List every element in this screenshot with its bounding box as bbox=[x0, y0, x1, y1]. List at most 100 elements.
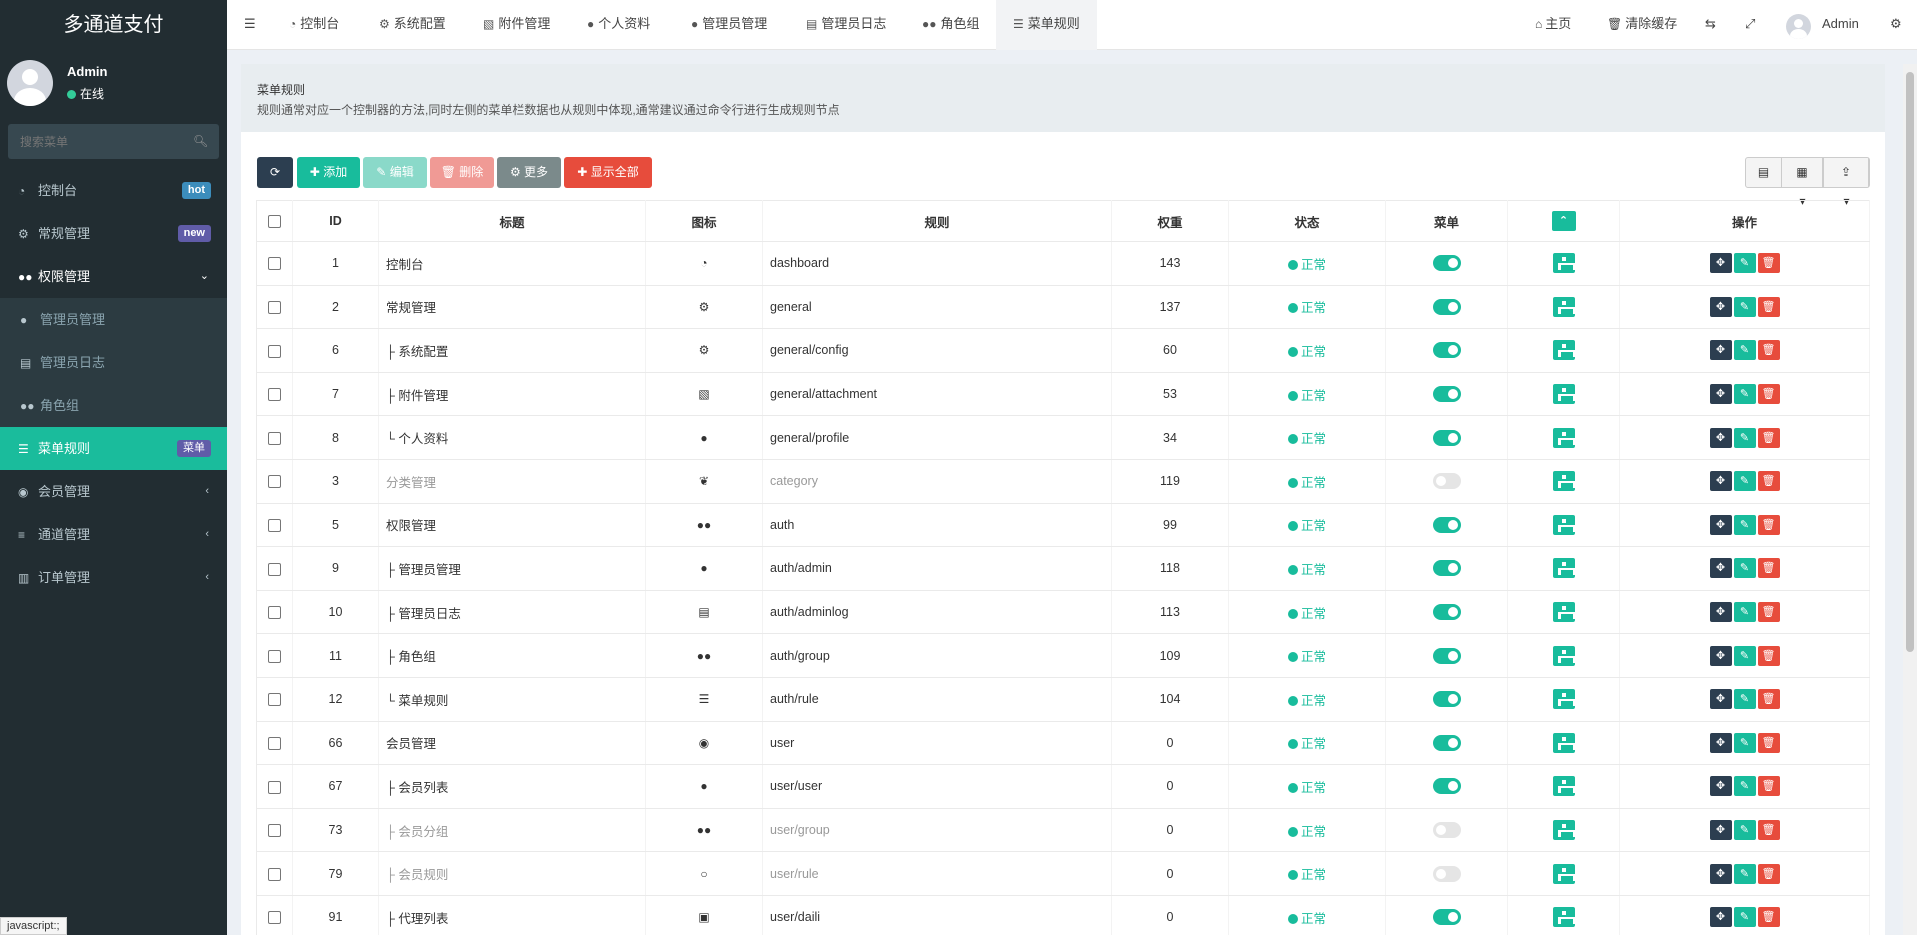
vertical-scrollbar[interactable] bbox=[1903, 64, 1917, 935]
table-row[interactable]: 1 控制台 ◔ dashboard 143 正常 ✥ ✎ 🗑︎ bbox=[256, 241, 1870, 286]
edit-row-button[interactable]: ✎ bbox=[1733, 645, 1756, 666]
table-row[interactable]: 5 权限管理 ●● auth 99 正常 ✥ ✎ 🗑︎ bbox=[256, 503, 1870, 548]
row-checkbox[interactable] bbox=[268, 911, 281, 925]
scrollbar-thumb[interactable] bbox=[1906, 72, 1914, 652]
menu-toggle-switch[interactable] bbox=[1432, 778, 1461, 795]
sitemap-icon[interactable] bbox=[1552, 296, 1576, 317]
table-row[interactable]: 11 ├ 角色组 ●● auth/group 109 正常 ✥ ✎ 🗑︎ bbox=[256, 633, 1870, 678]
delete-row-button[interactable]: 🗑︎ bbox=[1757, 296, 1780, 317]
move-button[interactable]: ✥ bbox=[1709, 820, 1732, 841]
table-row[interactable]: 12 └ 菜单规则 ☰ auth/rule 104 正常 ✥ ✎ 🗑︎ bbox=[256, 677, 1870, 722]
table-row[interactable]: 8 └ 个人资料 ● general/profile 34 正常 ✥ ✎ 🗑︎ bbox=[256, 415, 1870, 460]
avatar[interactable] bbox=[1786, 14, 1811, 39]
table-row[interactable]: 73 ├ 会员分组 ●● user/group 0 正常 ✥ ✎ 🗑︎ bbox=[256, 808, 1870, 853]
row-checkbox[interactable] bbox=[268, 562, 281, 576]
sitemap-icon[interactable] bbox=[1552, 776, 1576, 797]
col-weight[interactable]: 权重 bbox=[1111, 200, 1229, 242]
tab-dashboard[interactable]: ◔ 控制台 bbox=[289, 0, 339, 50]
move-button[interactable]: ✥ bbox=[1709, 689, 1732, 710]
sitemap-icon[interactable] bbox=[1552, 820, 1576, 841]
sidebar-item-user[interactable]: ◉ 会员管理 ‹ bbox=[0, 470, 227, 513]
row-checkbox[interactable] bbox=[268, 824, 281, 838]
row-checkbox[interactable] bbox=[268, 431, 281, 445]
sitemap-icon[interactable] bbox=[1552, 645, 1576, 666]
edit-row-button[interactable]: ✎ bbox=[1733, 427, 1756, 448]
checkbox[interactable] bbox=[268, 215, 281, 229]
row-checkbox-cell[interactable] bbox=[256, 459, 293, 504]
menu-search-input[interactable] bbox=[8, 124, 219, 159]
menu-toggle-switch[interactable] bbox=[1432, 909, 1461, 926]
menu-toggle-switch[interactable] bbox=[1432, 734, 1461, 751]
row-checkbox-cell[interactable] bbox=[256, 503, 293, 548]
edit-row-button[interactable]: ✎ bbox=[1733, 820, 1756, 841]
tab-admin[interactable]: ● 管理员管理 bbox=[691, 0, 767, 50]
row-checkbox-cell[interactable] bbox=[256, 590, 293, 635]
sidebar-item-channel[interactable]: ≡ 通道管理 ‹ bbox=[0, 513, 227, 556]
col-title[interactable]: 标题 bbox=[378, 200, 646, 242]
row-checkbox[interactable] bbox=[268, 475, 281, 489]
sidebar-toggle[interactable]: ☰ bbox=[244, 0, 256, 50]
menu-toggle-switch[interactable] bbox=[1432, 560, 1461, 577]
home-link[interactable]: ⌂ 主页 bbox=[1535, 0, 1571, 50]
clear-cache-button[interactable]: 🗑︎ 清除缓存 bbox=[1607, 0, 1677, 50]
sidebar-item-dashboard[interactable]: ◔ 控制台 hot bbox=[0, 169, 227, 212]
sitemap-icon[interactable] bbox=[1552, 514, 1576, 535]
export-dropdown[interactable]: ⇪ ▾ bbox=[1824, 158, 1869, 208]
table-row[interactable]: 3 分类管理 ❦ category 119 正常 ✥ ✎ 🗑︎ bbox=[256, 459, 1870, 504]
move-button[interactable]: ✥ bbox=[1709, 296, 1732, 317]
row-checkbox-cell[interactable] bbox=[256, 546, 293, 591]
row-checkbox[interactable] bbox=[268, 388, 281, 402]
delete-row-button[interactable]: 🗑︎ bbox=[1757, 645, 1780, 666]
delete-row-button[interactable]: 🗑︎ bbox=[1757, 602, 1780, 623]
edit-row-button[interactable]: ✎ bbox=[1733, 558, 1756, 579]
delete-row-button[interactable]: 🗑︎ bbox=[1757, 776, 1780, 797]
edit-row-button[interactable]: ✎ bbox=[1733, 863, 1756, 884]
row-checkbox-cell[interactable] bbox=[256, 633, 293, 678]
col-id[interactable]: ID bbox=[292, 200, 379, 242]
tab-rule[interactable]: ☰ 菜单规则 bbox=[996, 0, 1097, 50]
delete-row-button[interactable]: 🗑︎ bbox=[1757, 689, 1780, 710]
col-operate[interactable]: 操作 bbox=[1619, 200, 1870, 242]
edit-row-button[interactable]: ✎ bbox=[1733, 776, 1756, 797]
move-button[interactable]: ✥ bbox=[1709, 602, 1732, 623]
delete-row-button[interactable]: 🗑︎ bbox=[1757, 732, 1780, 753]
sitemap-icon[interactable] bbox=[1552, 558, 1576, 579]
sitemap-icon[interactable] bbox=[1552, 732, 1576, 753]
table-row[interactable]: 10 ├ 管理员日志 ▤ auth/adminlog 113 正常 ✥ ✎ 🗑︎ bbox=[256, 590, 1870, 635]
sidebar-item-adminlog[interactable]: ▤ 管理员日志 bbox=[0, 341, 227, 384]
move-button[interactable]: ✥ bbox=[1709, 471, 1732, 492]
sitemap-icon[interactable] bbox=[1552, 340, 1576, 361]
menu-toggle-switch[interactable] bbox=[1432, 429, 1461, 446]
delete-row-button[interactable]: 🗑︎ bbox=[1757, 820, 1780, 841]
row-checkbox-cell[interactable] bbox=[256, 372, 293, 417]
sitemap-icon[interactable] bbox=[1552, 427, 1576, 448]
sidebar-item-order[interactable]: ▥ 订单管理 ‹ bbox=[0, 556, 227, 599]
columns-dropdown[interactable]: ▦ ▾ bbox=[1782, 158, 1824, 208]
delete-row-button[interactable]: 🗑︎ bbox=[1757, 384, 1780, 405]
tab-profile[interactable]: ● 个人资料 bbox=[587, 0, 650, 50]
menu-toggle-switch[interactable] bbox=[1432, 516, 1461, 533]
row-checkbox[interactable] bbox=[268, 257, 281, 271]
move-button[interactable]: ✥ bbox=[1709, 340, 1732, 361]
row-checkbox[interactable] bbox=[268, 300, 281, 314]
sitemap-icon[interactable] bbox=[1552, 384, 1576, 405]
menu-toggle-switch[interactable] bbox=[1432, 473, 1461, 490]
row-checkbox[interactable] bbox=[268, 649, 281, 663]
tab-group[interactable]: ●● 角色组 bbox=[922, 0, 980, 50]
edit-button[interactable]: ✎ 编辑 bbox=[363, 157, 427, 188]
row-checkbox-cell[interactable] bbox=[256, 764, 293, 809]
row-checkbox-cell[interactable] bbox=[256, 677, 293, 722]
move-button[interactable]: ✥ bbox=[1709, 427, 1732, 448]
move-button[interactable]: ✥ bbox=[1709, 732, 1732, 753]
delete-row-button[interactable]: 🗑︎ bbox=[1757, 253, 1780, 274]
row-checkbox-cell[interactable] bbox=[256, 808, 293, 853]
sidebar-item-group[interactable]: ●● 角色组 bbox=[0, 384, 227, 427]
delete-row-button[interactable]: 🗑︎ bbox=[1757, 471, 1780, 492]
select-all-checkbox[interactable] bbox=[256, 200, 293, 242]
move-button[interactable]: ✥ bbox=[1709, 776, 1732, 797]
sidebar-item-general[interactable]: ⚙ 常规管理 new bbox=[0, 212, 227, 255]
menu-toggle-switch[interactable] bbox=[1432, 342, 1461, 359]
col-menu[interactable]: 菜单 bbox=[1385, 200, 1508, 242]
row-checkbox[interactable] bbox=[268, 518, 281, 532]
chevron-up-icon[interactable]: ⌃ bbox=[1551, 211, 1576, 231]
